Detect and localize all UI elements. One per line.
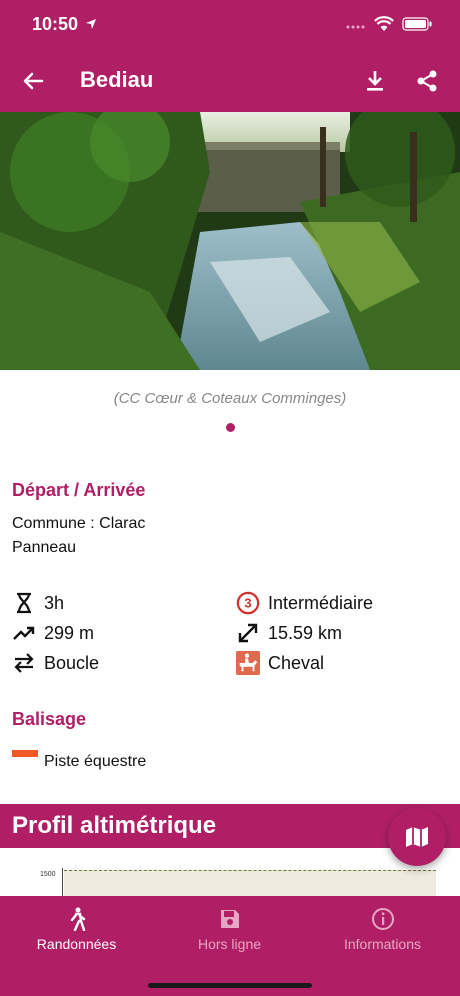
download-icon [367,71,383,91]
depart-title: Départ / Arrivée [12,480,146,500]
river-scene-image [0,112,460,370]
app-bar: Bediau [0,50,460,112]
balisage-label: Piste équestre [44,753,147,770]
difficulty-value: Intermédiaire [268,592,374,613]
nav-item-informations[interactable]: Informations [306,906,459,952]
arrow-left-icon [23,72,44,90]
hiker-icon [0,906,153,932]
map-fab-button[interactable] [388,808,446,866]
diagonal-arrows-icon [236,621,260,645]
duration-info: 3h [12,590,64,616]
back-button[interactable] [18,66,48,96]
trail-photo[interactable] [0,112,460,370]
save-icon [153,906,306,932]
swap-arrows-icon [12,651,36,675]
difficulty-badge-icon: 3 [236,591,260,615]
loop-info: Boucle [12,650,99,676]
loop-value: Boucle [44,652,100,673]
home-indicator[interactable] [148,983,312,988]
chart-plot-area [64,870,436,896]
distance-info: 15.59 km [236,620,342,646]
elevation-chart[interactable]: 1500 [0,848,460,896]
info-icon [306,906,459,932]
difficulty-info: 3 Intermédiaire [236,590,373,616]
elevation-value: 299 m [44,622,95,643]
bottom-nav: Randonnées Hors ligne Informations [0,896,460,996]
nav-label-informations: Informations [343,936,422,952]
practice-info: Cheval [236,650,324,676]
status-time-text: 10:50 [32,14,79,34]
balisage-title: Balisage [12,709,87,729]
elevation-info: 299 m [12,620,94,646]
nav-label-hors-ligne: Hors ligne [197,936,262,952]
practice-value: Cheval [268,652,325,673]
battery-icon [402,17,432,31]
carousel-indicator[interactable] [226,423,235,432]
duration-value: 3h [44,592,65,613]
wifi-icon [374,16,394,31]
location-arrow-icon [86,19,97,29]
status-icons [346,16,432,32]
horse-rider-icon [236,651,260,675]
hourglass-icon [12,591,36,615]
download-button[interactable] [360,66,390,96]
trending-up-icon [12,621,36,645]
svg-text:3: 3 [244,596,251,611]
page-title: Bediau [80,67,154,92]
depart-commune: Commune : Clarac [12,515,146,532]
status-bar: 10:50 [0,0,460,50]
chart-y-axis [62,868,63,896]
balisage-marker [12,750,38,757]
depart-location: Panneau [12,539,77,556]
chart-tick-label: 1500 [40,871,56,878]
nav-label-randonnees: Randonnées [36,936,117,952]
share-button[interactable] [412,66,442,96]
photo-caption: (CC Cœur & Coteaux Comminges) [113,390,347,407]
profil-title: Profil altimétrique [12,812,217,839]
signal-icon [346,25,365,29]
status-time: 10:50 [32,14,97,35]
map-icon [406,827,428,847]
distance-value: 15.59 km [268,622,343,643]
share-icon [417,70,437,92]
nav-item-randonnees[interactable]: Randonnées [0,906,153,952]
nav-item-hors-ligne[interactable]: Hors ligne [153,906,306,952]
